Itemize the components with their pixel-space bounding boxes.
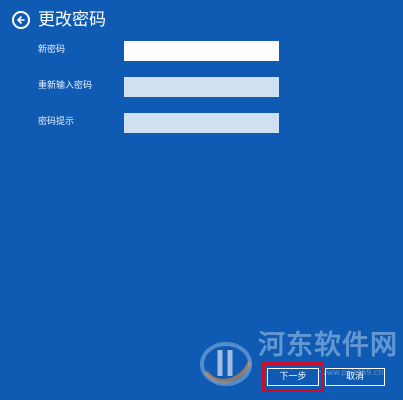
watermark-logo-icon <box>200 342 252 386</box>
password-hint-input[interactable] <box>124 113 279 133</box>
cancel-button[interactable]: 取消 <box>325 368 385 386</box>
confirm-password-label: 重新输入密码 <box>38 81 93 91</box>
page-title: 更改密码 <box>38 10 106 30</box>
next-button[interactable]: 下一步 <box>267 368 319 386</box>
back-button[interactable] <box>12 11 30 29</box>
watermark-text: 河东软件网 <box>258 330 398 361</box>
new-password-input[interactable] <box>124 41 279 61</box>
arrow-left-icon <box>17 16 25 24</box>
confirm-password-input[interactable] <box>124 77 279 97</box>
new-password-label: 新密码 <box>38 45 66 55</box>
password-hint-label: 密码提示 <box>38 117 75 127</box>
